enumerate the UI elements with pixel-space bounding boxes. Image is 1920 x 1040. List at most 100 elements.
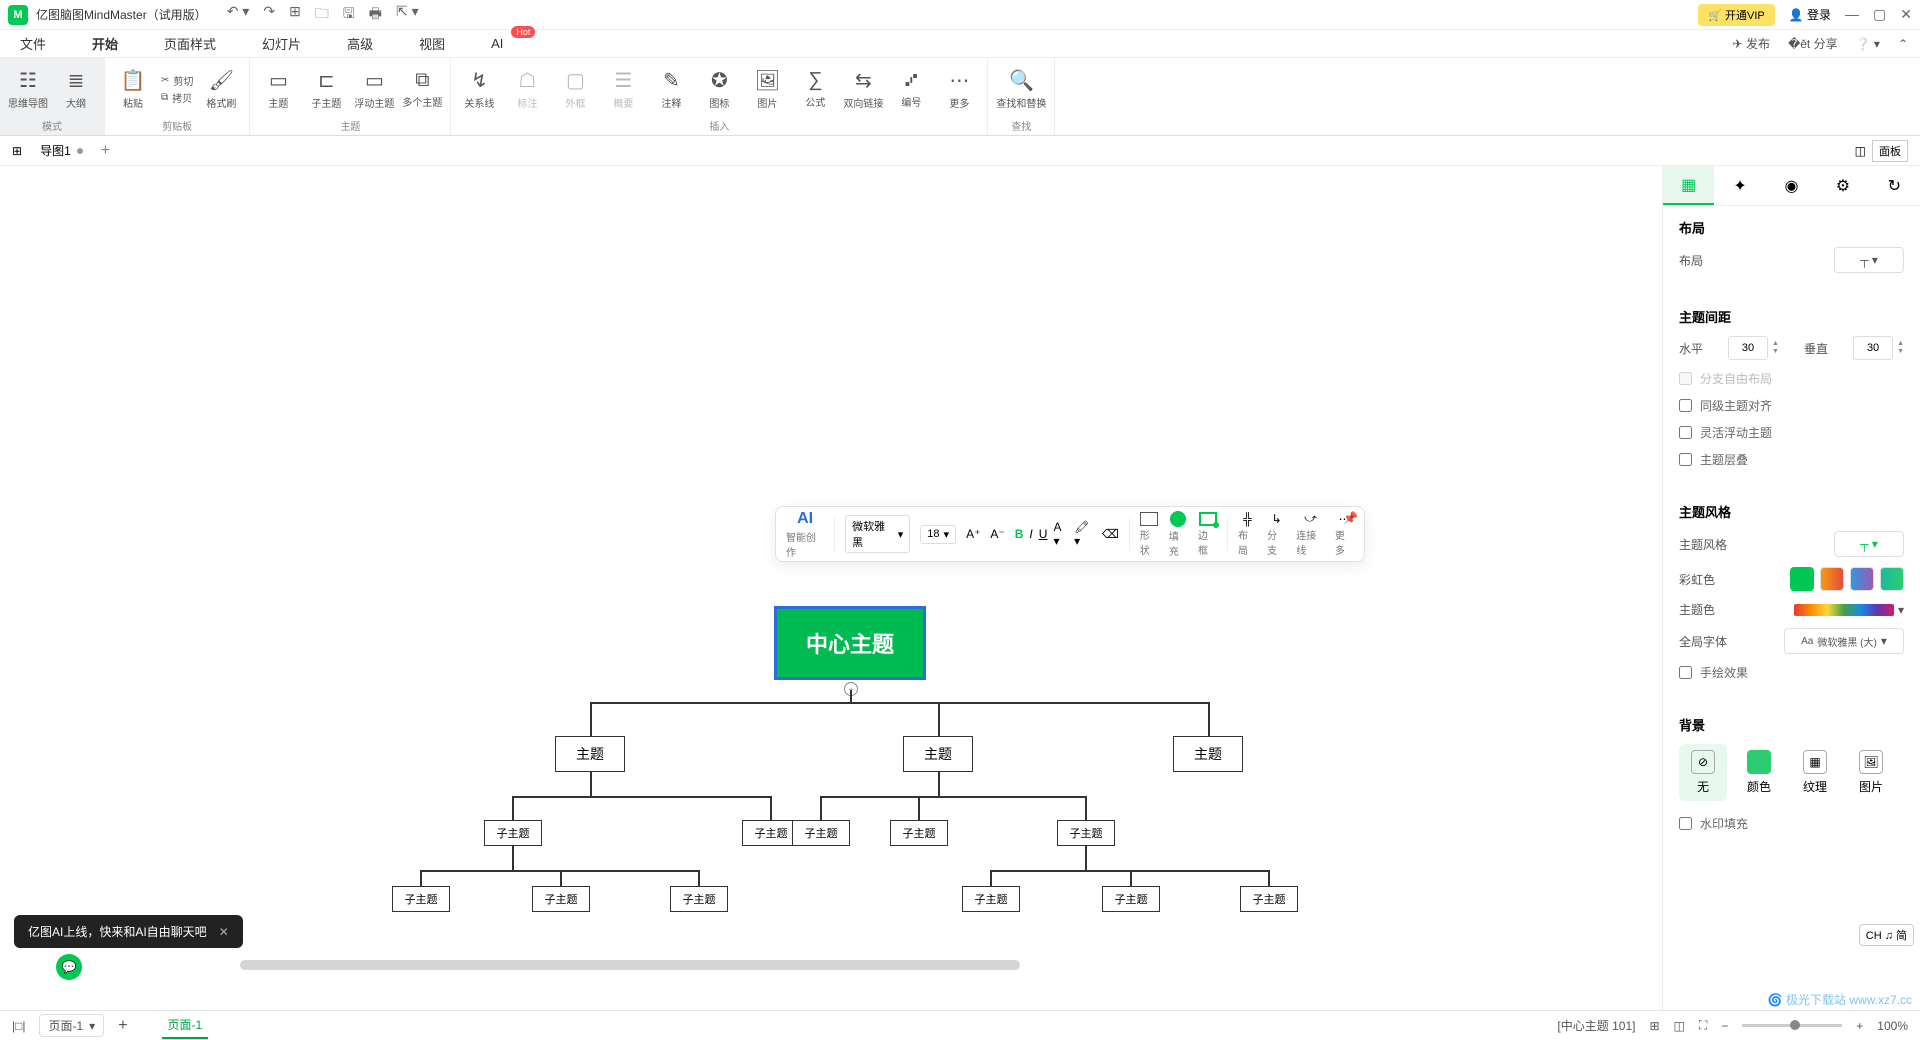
- align-checkbox[interactable]: [1679, 399, 1692, 412]
- cut-button[interactable]: ✂ 剪切: [161, 73, 193, 88]
- subtopic-node[interactable]: 子主题: [792, 820, 850, 846]
- connector-button[interactable]: ⤻连接线: [1296, 511, 1325, 557]
- icon-button[interactable]: ✪图标: [699, 62, 739, 116]
- bg-color-button[interactable]: 颜色: [1735, 744, 1783, 801]
- panel-button[interactable]: 面板: [1872, 140, 1908, 162]
- v-spacing-input[interactable]: [1853, 336, 1893, 360]
- minimize-icon[interactable]: —: [1845, 6, 1859, 23]
- subtopic-node[interactable]: 子主题: [1057, 820, 1115, 846]
- grow-font-icon[interactable]: A⁺: [966, 527, 980, 541]
- leaf-node[interactable]: 子主题: [532, 886, 590, 912]
- shrink-font-icon[interactable]: A⁻: [990, 527, 1004, 541]
- page-select[interactable]: 页面-1 ▾: [39, 1014, 104, 1037]
- subtopic-node[interactable]: 子主题: [890, 820, 948, 846]
- flex-float-checkbox[interactable]: [1679, 426, 1692, 439]
- zoom-level[interactable]: 100%: [1877, 1019, 1908, 1033]
- relation-button[interactable]: ↯关系线: [459, 62, 499, 116]
- rainbow-swatch[interactable]: [1880, 567, 1904, 591]
- panel-tab-style[interactable]: ✦: [1714, 166, 1765, 205]
- center-topic[interactable]: 中心主题: [774, 606, 926, 680]
- frame-button[interactable]: ▢外框: [555, 62, 595, 116]
- rainbow-swatch[interactable]: [1820, 567, 1844, 591]
- pin-icon[interactable]: 📌: [1343, 511, 1358, 525]
- fill-button[interactable]: 填充: [1169, 511, 1188, 558]
- fit-view-icon[interactable]: ⛶: [1699, 1018, 1707, 1033]
- tab-start[interactable]: 开始: [84, 30, 126, 57]
- panel-tab-settings[interactable]: ⚙: [1817, 166, 1868, 205]
- formula-button[interactable]: ∑公式: [795, 62, 835, 116]
- leaf-node[interactable]: 子主题: [670, 886, 728, 912]
- collapse-ribbon-icon[interactable]: ⌃: [1898, 37, 1908, 51]
- layout-select[interactable]: ┬ ▾: [1834, 247, 1904, 273]
- tab-slide[interactable]: 幻灯片: [254, 30, 309, 57]
- note-button[interactable]: ✎注释: [651, 62, 691, 116]
- stack-checkbox[interactable]: [1679, 453, 1692, 466]
- print-icon[interactable]: 🖶: [369, 3, 382, 27]
- ai-create-button[interactable]: AI 智能创作: [786, 510, 824, 559]
- bg-none-button[interactable]: ⊘无: [1679, 744, 1727, 801]
- zoom-slider[interactable]: [1742, 1024, 1842, 1027]
- tab-ai[interactable]: AIHot: [483, 32, 511, 55]
- font-family-select[interactable]: 微软雅黑 ▾: [845, 515, 910, 553]
- outline-toggle-icon[interactable]: |□|: [12, 1019, 25, 1033]
- add-page-button[interactable]: +: [118, 1017, 127, 1035]
- leaf-node[interactable]: 子主题: [392, 886, 450, 912]
- bold-button[interactable]: B: [1015, 527, 1024, 541]
- zoom-out-button[interactable]: −: [1721, 1019, 1728, 1033]
- panel-toggle-icon[interactable]: ◫: [1855, 144, 1866, 158]
- topic-node[interactable]: 主题: [555, 736, 625, 772]
- publish-button[interactable]: ✈ 发布: [1733, 35, 1770, 52]
- page-tab[interactable]: 页面-1: [162, 1012, 209, 1039]
- maximize-icon[interactable]: ▢: [1873, 6, 1886, 23]
- open-icon[interactable]: 🗀: [315, 3, 329, 27]
- login-button[interactable]: 👤 登录: [1789, 6, 1831, 23]
- font-size-select[interactable]: 18 ▾: [920, 525, 956, 544]
- theme-style-select[interactable]: ┬ ▾: [1834, 531, 1904, 557]
- horizontal-scrollbar[interactable]: [240, 960, 1020, 970]
- canvas-area[interactable]: 📌 AI 智能创作 微软雅黑 ▾ 18 ▾ A⁺ A⁻ B I U A ▾ 🖍 …: [0, 166, 1662, 1010]
- h-spacing-input[interactable]: [1728, 336, 1768, 360]
- add-tab-button[interactable]: +: [101, 142, 110, 160]
- mindmap-mode-button[interactable]: ☷思维导图: [8, 62, 48, 116]
- export-icon[interactable]: ⇱ ▾: [396, 3, 419, 27]
- h-spacing-stepper[interactable]: ▲▼: [1772, 340, 1779, 356]
- subtopic-button[interactable]: ⊏子主题: [306, 62, 346, 116]
- panel-tab-map[interactable]: ◉: [1766, 166, 1817, 205]
- tab-advanced[interactable]: 高级: [339, 30, 381, 57]
- topic-button[interactable]: ▭主题: [258, 62, 298, 116]
- ai-chat-button[interactable]: 💬: [56, 954, 82, 980]
- theme-color-dropdown-icon[interactable]: ▾: [1898, 603, 1904, 617]
- help-icon[interactable]: ❔ ▾: [1856, 37, 1880, 51]
- document-tab[interactable]: 导图1: [32, 140, 91, 161]
- float-topic-button[interactable]: ▭浮动主题: [354, 62, 394, 116]
- format-painter-button[interactable]: 🖌格式刷: [201, 62, 241, 116]
- summary-button[interactable]: ☰概要: [603, 62, 643, 116]
- ime-indicator[interactable]: CH ♫ 简: [1859, 924, 1914, 946]
- clear-format-button[interactable]: ⌫: [1102, 527, 1119, 541]
- zoom-in-button[interactable]: +: [1856, 1019, 1863, 1033]
- shape-button[interactable]: 形状: [1140, 512, 1159, 557]
- rainbow-swatch[interactable]: [1790, 567, 1814, 591]
- font-color-button[interactable]: A ▾: [1053, 520, 1068, 548]
- new-icon[interactable]: ⊞: [289, 3, 301, 27]
- highlight-button[interactable]: 🖍 ▾: [1074, 520, 1096, 548]
- branch-style-button[interactable]: ↳分支: [1267, 512, 1286, 557]
- bg-texture-button[interactable]: ▦纹理: [1791, 744, 1839, 801]
- redo-icon[interactable]: ↷: [263, 3, 275, 27]
- multi-topic-button[interactable]: ⧉多个主题: [402, 62, 442, 116]
- tab-pagestyle[interactable]: 页面样式: [156, 30, 224, 57]
- subtopic-node[interactable]: 子主题: [484, 820, 542, 846]
- vip-button[interactable]: 🛒 开通VIP: [1698, 4, 1775, 26]
- underline-button[interactable]: U: [1039, 527, 1048, 541]
- italic-button[interactable]: I: [1029, 527, 1032, 541]
- paste-button[interactable]: 📋粘贴: [113, 62, 153, 116]
- undo-icon[interactable]: ↶ ▾: [227, 3, 250, 27]
- more-insert-button[interactable]: ⋯更多: [939, 62, 979, 116]
- panel-tab-layout[interactable]: ▦: [1663, 166, 1714, 205]
- panel-tab-history[interactable]: ↻: [1869, 166, 1920, 205]
- copy-button[interactable]: ⧉ 拷贝: [161, 90, 193, 105]
- leaf-node[interactable]: 子主题: [1240, 886, 1298, 912]
- annotation-button[interactable]: ☖标注: [507, 62, 547, 116]
- leaf-node[interactable]: 子主题: [962, 886, 1020, 912]
- bidir-link-button[interactable]: ⇆双向链接: [843, 62, 883, 116]
